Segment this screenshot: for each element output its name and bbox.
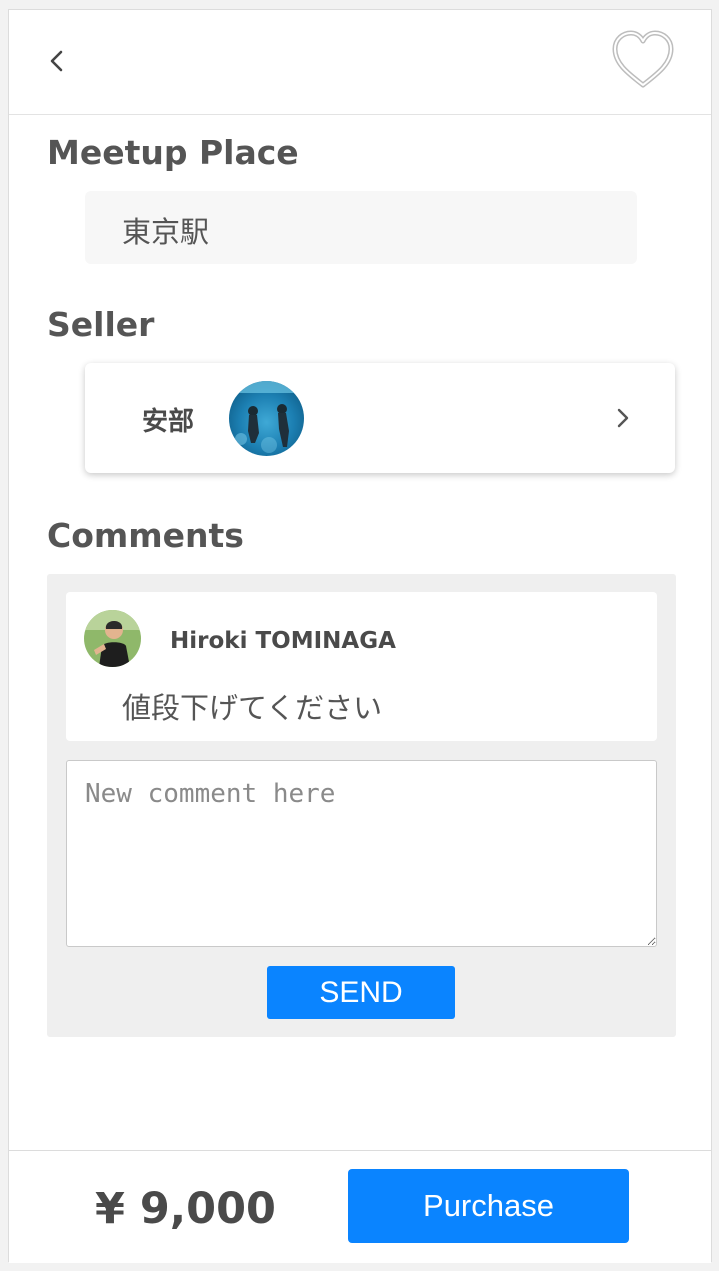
meetup-place-field: 東京駅 — [85, 191, 637, 264]
top-bar — [9, 10, 711, 115]
chevron-right-icon — [617, 408, 629, 428]
price: ¥ 9,000 — [95, 1184, 276, 1234]
comment-text: 値段下げてください — [122, 691, 383, 725]
meetup-place-value: 東京駅 — [122, 215, 210, 249]
app-frame: Meetup Place 東京駅 Seller 安部 Comments Hiro… — [8, 9, 712, 1263]
seller-avatar — [229, 381, 304, 456]
purchase-button[interactable]: Purchase — [348, 1169, 629, 1243]
seller-title: Seller — [47, 305, 155, 344]
new-comment-input[interactable] — [66, 760, 657, 947]
commenter-avatar — [84, 610, 141, 667]
chevron-left-icon — [50, 50, 63, 72]
back-button[interactable] — [41, 44, 75, 78]
comments-panel: Hiroki TOMINAGA 値段下げてください SEND — [47, 574, 676, 1037]
favorite-button[interactable] — [611, 30, 675, 90]
heart-outline-icon — [612, 30, 674, 88]
comment-author: Hiroki TOMINAGA — [170, 628, 396, 654]
seller-name: 安部 — [142, 407, 195, 437]
send-button[interactable]: SEND — [267, 966, 455, 1019]
purchase-bar: ¥ 9,000 Purchase — [9, 1150, 711, 1263]
comment-item: Hiroki TOMINAGA 値段下げてください — [66, 592, 657, 741]
meetup-place-title: Meetup Place — [47, 133, 299, 172]
comments-title: Comments — [47, 516, 244, 555]
seller-card[interactable]: 安部 — [85, 363, 675, 473]
